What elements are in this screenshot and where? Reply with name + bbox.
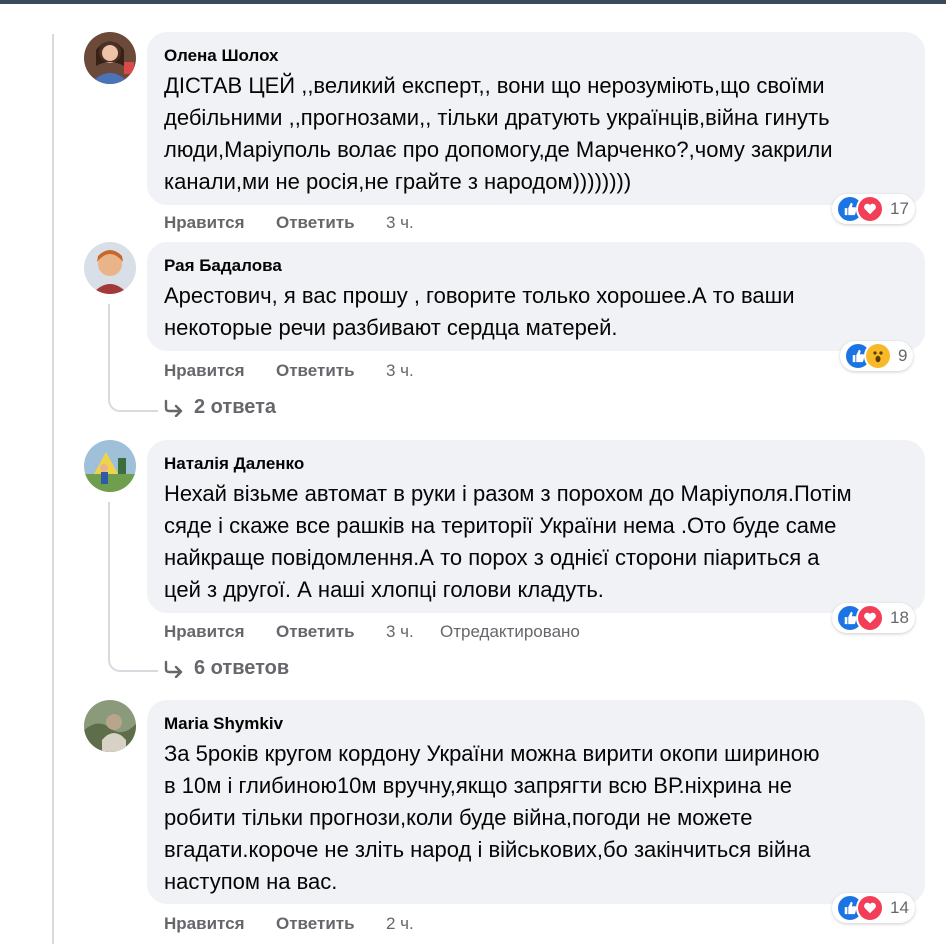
comment-text-line: люди,Маріуполь волає про допомогу,де Мар… [164,137,833,162]
comment-timestamp[interactable]: 3 ч. [386,361,414,381]
like-button[interactable]: Нравится [164,361,245,381]
avatar[interactable] [84,440,136,492]
reply-button[interactable]: Ответить [276,622,355,642]
comment-text-line: робити тільки прогнози,коли буде війна,п… [164,805,753,830]
comment-text-line: найкраще повідомлення.А то порох з одніє… [164,545,820,570]
comment-text-line: Арестович, я вас прошу , говорите только… [164,283,795,308]
comment-timestamp[interactable]: 3 ч. [386,622,414,642]
comment-author[interactable]: Наталія Даленко [164,454,907,474]
reply-button[interactable]: Ответить [276,361,355,381]
like-button[interactable]: Нравится [164,622,245,642]
reply-connector [108,304,158,412]
love-icon [856,195,884,223]
edited-label: Отредактировано [440,622,580,641]
view-replies-link[interactable]: 2 ответа [164,396,276,419]
comment-text-line: некоторые речи разбивают сердца матерей. [164,315,618,340]
comment-bubble: Наталія Даленко Нехай візьме автомат в р… [147,440,925,613]
comment-bubble: Maria Shymkiv За 5років кругом кордону У… [147,700,925,904]
comment-text-line: Нехай візьме автомат в руки і разом з по… [164,481,852,506]
comment-bubble: Олена Шолох ДІСТАВ ЦЕЙ ,,великий експерт… [147,32,925,205]
comment-text: ДІСТАВ ЦЕЙ ,,великий експерт,, вони що н… [164,70,907,198]
view-replies-link[interactable]: 6 ответов [164,657,289,680]
wow-icon [864,342,892,370]
comment-author[interactable]: Рая Бадалова [164,256,907,276]
reaction-count: 18 [890,608,909,627]
like-button[interactable]: Нравится [164,914,245,934]
love-icon [856,894,884,922]
reaction-count: 9 [898,346,908,365]
comment-text-line: цей з другої. А наші хлопці голови кладу… [164,577,604,602]
comment-text-line: наступом на вас. [164,869,338,894]
comment-text-line: За 5років кругом кордону України можна в… [164,741,820,766]
reply-arrow-icon [164,399,183,417]
comment-text: Арестович, я вас прошу , говорите только… [164,280,907,344]
comment-author[interactable]: Олена Шолох [164,46,907,66]
comment-text: Нехай візьме автомат в руки і разом з по… [164,478,907,606]
thread-line [52,34,54,944]
reply-arrow-icon [164,660,183,678]
comment-text-line: ДІСТАВ ЦЕЙ ,,великий експерт,, вони що н… [164,73,825,98]
love-icon [856,604,884,632]
view-replies-label: 2 ответа [194,396,277,418]
reaction-summary[interactable]: 14 [832,893,915,923]
comment-author[interactable]: Maria Shymkiv [164,714,907,734]
comment-timestamp[interactable]: 3 ч. [386,213,414,233]
comment-text-line: сяде і скаже все рашків на території Укр… [164,513,837,538]
comment-text-line: вгадати.короче не зліть народ і військов… [164,837,811,862]
comment-text-line: канали,ми не росія,не грайте з народом))… [164,169,632,194]
avatar[interactable] [84,700,136,752]
comments-panel: Олена Шолох ДІСТАВ ЦЕЙ ,,великий експерт… [0,4,946,944]
reaction-summary[interactable]: 9 [840,341,914,371]
avatar[interactable] [84,242,136,294]
reply-button[interactable]: Ответить [276,914,355,934]
view-replies-label: 6 ответов [194,657,290,679]
comment-text-line: дебільними ,,прогнозами,, тільки дратуют… [164,105,830,130]
reaction-summary[interactable]: 17 [832,194,915,224]
comment-text: За 5років кругом кордону України можна в… [164,738,907,898]
reaction-count: 14 [890,898,909,917]
reaction-count: 17 [890,199,909,218]
comment-text-line: в 10м і глибиною10м вручну,якщо запрягти… [164,773,793,798]
comment-bubble: Рая Бадалова Арестович, я вас прошу , го… [147,242,925,351]
avatar[interactable] [84,32,136,84]
reply-connector [108,502,158,672]
comment-timestamp[interactable]: 2 ч. [386,914,414,934]
reaction-summary[interactable]: 18 [832,603,915,633]
reply-button[interactable]: Ответить [276,213,355,233]
like-button[interactable]: Нравится [164,213,245,233]
